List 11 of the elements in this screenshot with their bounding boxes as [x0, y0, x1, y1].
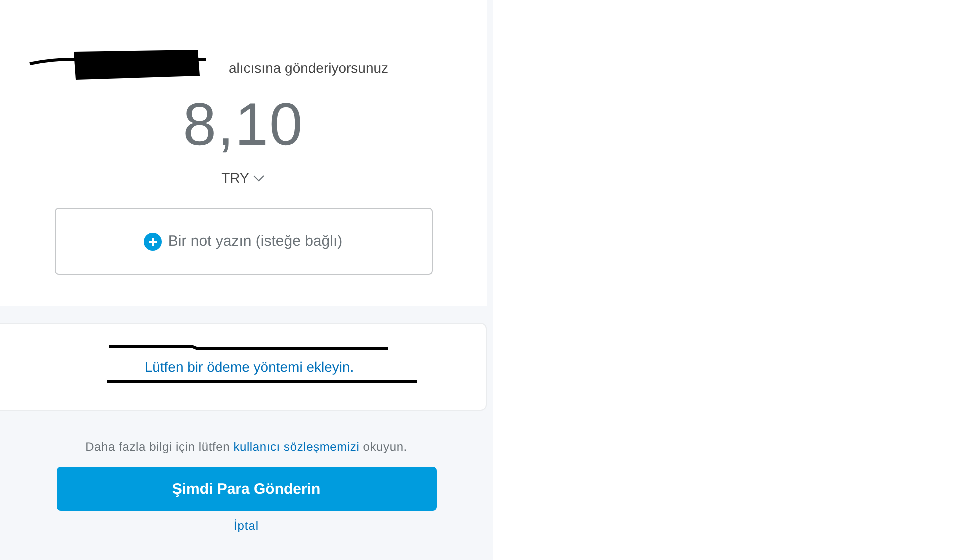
add-note-button[interactable]: Bir not yazın (isteğe bağlı)	[54, 208, 432, 275]
add-payment-link[interactable]: Lütfen bir ödeme yöntemi ekleyin.	[144, 359, 354, 375]
recipient-text: alıcısına gönderiyorsunuz	[229, 60, 389, 76]
agreement-link[interactable]: kullanıcı sözleşmemizi	[234, 440, 360, 454]
amount-value: 8,10	[183, 90, 304, 160]
send-money-button[interactable]: Şimdi Para Gönderin	[56, 467, 436, 511]
currency-dropdown[interactable]: TRY	[222, 170, 266, 186]
cancel-link[interactable]: İptal	[234, 519, 260, 533]
info-text: Daha fazla bilgi için lütfen kullanıcı sözleşmemizi okuyun.	[86, 440, 408, 454]
chevron-down-icon	[253, 174, 266, 182]
plus-icon	[144, 232, 162, 250]
